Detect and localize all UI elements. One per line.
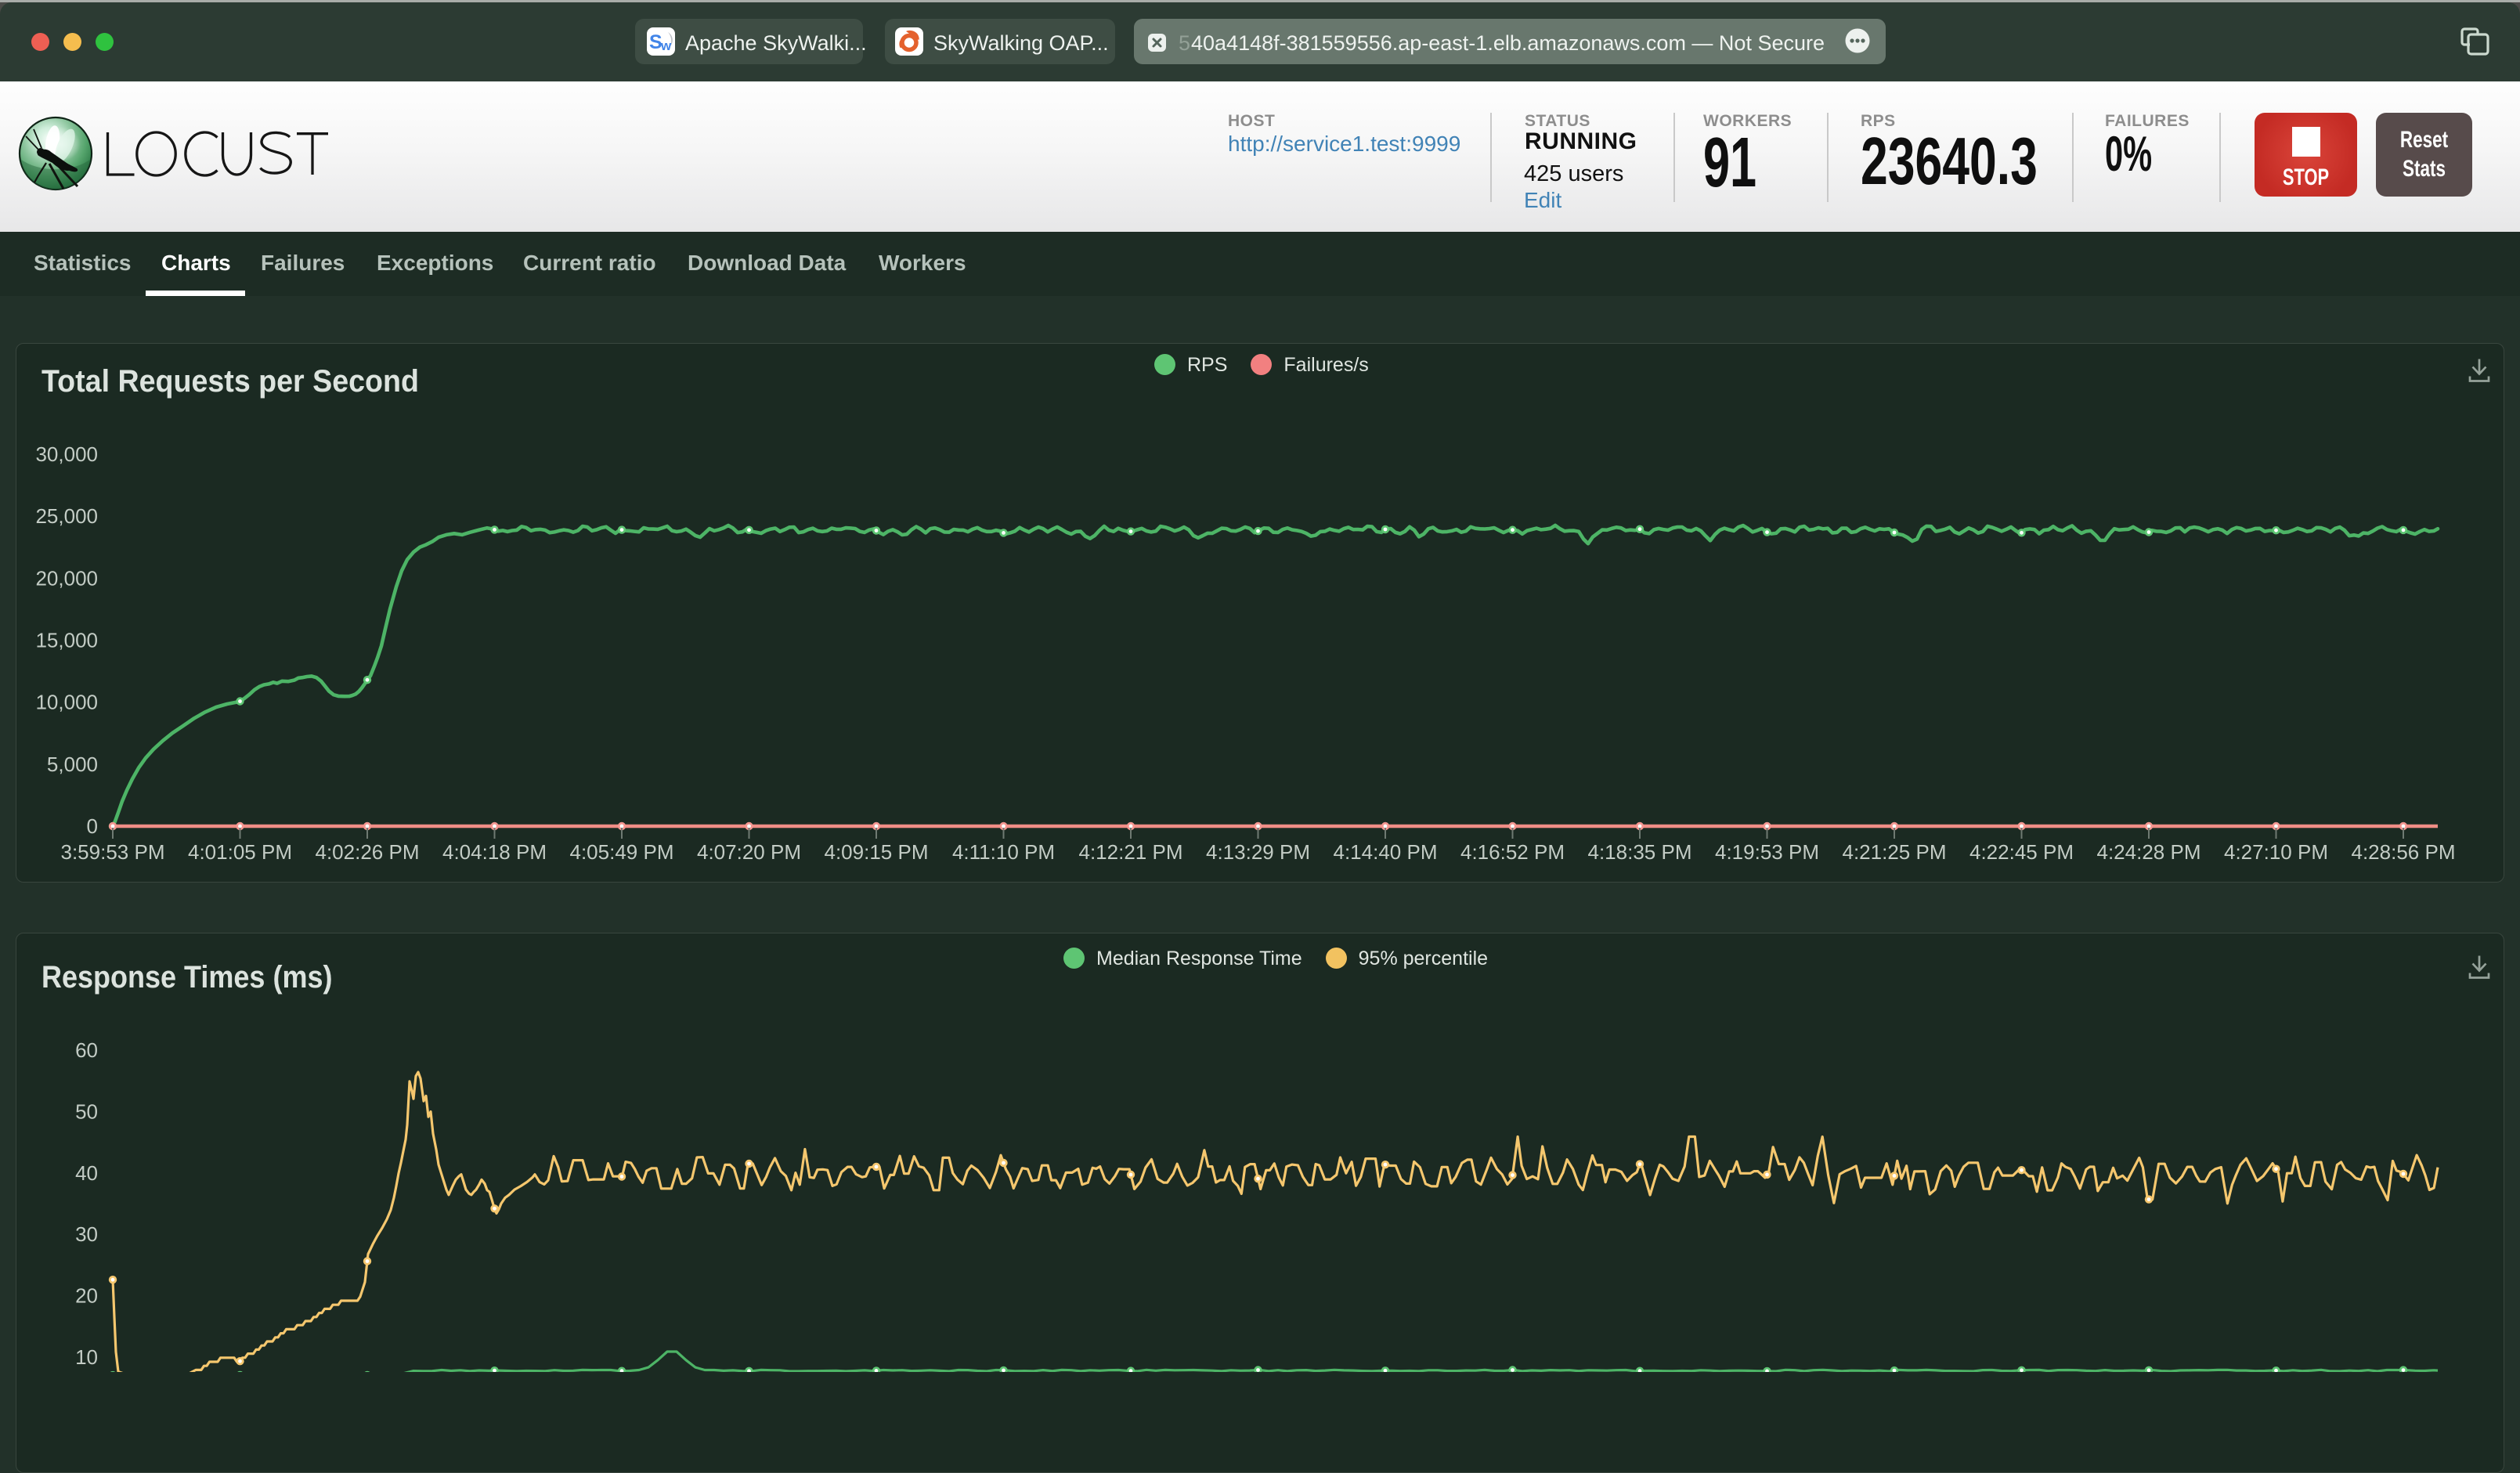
svg-text:10: 10: [75, 1345, 98, 1369]
svg-text:15,000: 15,000: [35, 629, 98, 652]
svg-text:4:07:20 PM: 4:07:20 PM: [697, 840, 801, 864]
svg-text:4:01:05 PM: 4:01:05 PM: [188, 840, 292, 864]
svg-text:4:16:52 PM: 4:16:52 PM: [1460, 840, 1565, 864]
svg-text:4:04:18 PM: 4:04:18 PM: [442, 840, 547, 864]
svg-text:4:21:25 PM: 4:21:25 PM: [1843, 840, 1947, 864]
svg-text:4:28:56 PM: 4:28:56 PM: [2352, 840, 2456, 864]
svg-text:4:13:29 PM: 4:13:29 PM: [1206, 840, 1310, 864]
svg-text:40: 40: [75, 1161, 98, 1185]
svg-text:50: 50: [75, 1099, 98, 1123]
svg-text:5,000: 5,000: [47, 753, 98, 776]
svg-text:w: w: [660, 38, 672, 53]
svg-text:3:59:53 PM: 3:59:53 PM: [61, 840, 165, 864]
svg-text:25,000: 25,000: [35, 504, 98, 528]
svg-text:10,000: 10,000: [35, 691, 98, 714]
svg-text:4:22:45 PM: 4:22:45 PM: [1969, 840, 2074, 864]
svg-text:4:12:21 PM: 4:12:21 PM: [1079, 840, 1183, 864]
svg-text:30: 30: [75, 1222, 98, 1246]
svg-text:60: 60: [75, 1038, 98, 1062]
svg-text:20,000: 20,000: [35, 566, 98, 590]
svg-text:4:09:15 PM: 4:09:15 PM: [825, 840, 929, 864]
svg-text:4:19:53 PM: 4:19:53 PM: [1715, 840, 1819, 864]
svg-text:4:11:10 PM: 4:11:10 PM: [952, 840, 1055, 864]
svg-text:4:02:26 PM: 4:02:26 PM: [316, 840, 420, 864]
svg-text:30,000: 30,000: [35, 442, 98, 466]
svg-text:4:24:28 PM: 4:24:28 PM: [2097, 840, 2201, 864]
svg-text:0: 0: [87, 814, 98, 838]
svg-text:4:18:35 PM: 4:18:35 PM: [1588, 840, 1692, 864]
svg-text:4:27:10 PM: 4:27:10 PM: [2224, 840, 2328, 864]
svg-text:20: 20: [75, 1284, 98, 1308]
svg-text:4:14:40 PM: 4:14:40 PM: [1334, 840, 1438, 864]
svg-text:4:05:49 PM: 4:05:49 PM: [570, 840, 674, 864]
